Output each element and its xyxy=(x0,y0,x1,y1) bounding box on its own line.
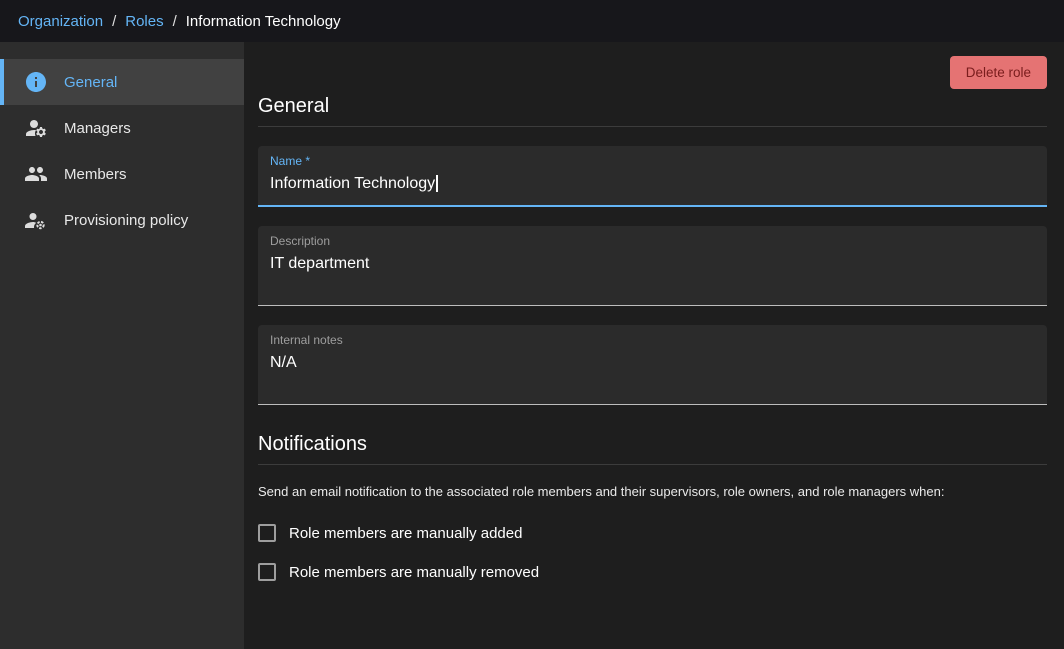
description-field-label: Description xyxy=(270,234,1035,248)
name-field-label: Name * xyxy=(270,154,1035,168)
sidebar-item-managers[interactable]: Managers xyxy=(0,105,244,151)
sidebar-item-general[interactable]: General xyxy=(0,59,244,105)
sidebar-item-label: General xyxy=(64,74,117,91)
page-layout: General Managers Members Provisioning po… xyxy=(0,42,1064,649)
sidebar-item-label: Managers xyxy=(64,120,131,137)
main-content: Delete role General Name * Information T… xyxy=(244,42,1064,649)
text-cursor xyxy=(436,175,438,192)
checkbox-row-members-removed[interactable]: Role members are manually removed xyxy=(258,563,1047,581)
internal-notes-field[interactable]: Internal notes N/A xyxy=(258,325,1047,405)
checkbox-row-members-added[interactable]: Role members are manually added xyxy=(258,524,1047,542)
internal-notes-field-label: Internal notes xyxy=(270,333,1035,347)
sidebar-item-label: Members xyxy=(64,166,127,183)
breadcrumb-separator: / xyxy=(173,13,177,30)
sidebar: General Managers Members Provisioning po… xyxy=(0,42,244,649)
name-field-text: Information Technology xyxy=(270,175,435,192)
checkbox-icon[interactable] xyxy=(258,563,276,581)
description-field-value: IT department xyxy=(270,253,1035,275)
toolbar: Delete role xyxy=(258,56,1047,89)
general-section-title: General xyxy=(258,95,1047,127)
breadcrumb-roles[interactable]: Roles xyxy=(125,13,163,30)
checkbox-label: Role members are manually removed xyxy=(289,564,539,581)
internal-notes-field-value: N/A xyxy=(270,352,1035,374)
breadcrumb-organization[interactable]: Organization xyxy=(18,13,103,30)
description-field[interactable]: Description IT department xyxy=(258,226,1047,306)
name-field[interactable]: Name * Information Technology xyxy=(258,146,1047,207)
notifications-description: Send an email notification to the associ… xyxy=(258,484,1047,499)
manager-icon xyxy=(24,116,48,140)
sidebar-item-label: Provisioning policy xyxy=(64,212,188,229)
delete-role-button[interactable]: Delete role xyxy=(950,56,1047,89)
checkbox-icon[interactable] xyxy=(258,524,276,542)
notifications-section-title: Notifications xyxy=(258,433,1047,465)
info-icon xyxy=(24,70,48,94)
breadcrumb-current: Information Technology xyxy=(186,13,341,30)
checkbox-label: Role members are manually added xyxy=(289,525,522,542)
provisioning-icon xyxy=(24,208,48,232)
breadcrumb: Organization / Roles / Information Techn… xyxy=(0,0,1064,42)
sidebar-item-provisioning-policy[interactable]: Provisioning policy xyxy=(0,197,244,243)
breadcrumb-separator: / xyxy=(112,13,116,30)
members-icon xyxy=(24,162,48,186)
sidebar-item-members[interactable]: Members xyxy=(0,151,244,197)
name-field-value: Information Technology xyxy=(270,173,1035,195)
